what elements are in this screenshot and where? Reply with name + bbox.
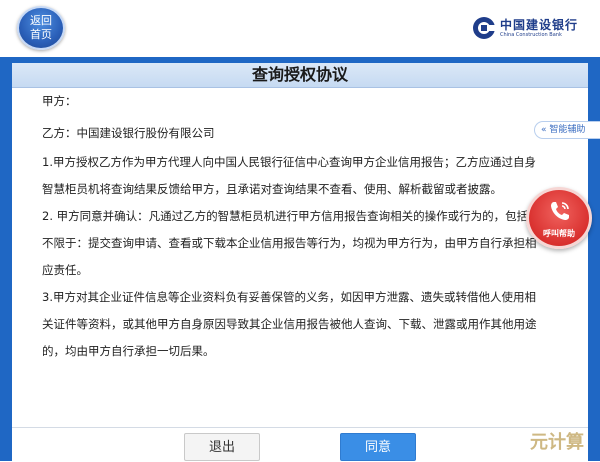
exit-button[interactable]: 退出	[184, 433, 260, 461]
ccb-logo-icon	[472, 16, 496, 40]
clause-3: 3.甲方对其企业证件信息等企业资料负有妥善保管的义务，如因甲方泄露、遗失或转借他…	[42, 284, 546, 365]
phone-icon	[547, 198, 573, 224]
watermark-text: 元计算	[530, 428, 584, 454]
call-help-label: 呼叫帮助	[529, 228, 589, 239]
frame-right	[588, 57, 600, 461]
page-title: 查询授权协议	[12, 63, 588, 87]
title-bar: 查询授权协议	[12, 63, 588, 88]
back-home-button[interactable]: 返回 首页	[17, 6, 65, 50]
back-label-line1: 返回	[30, 14, 52, 28]
bank-logo: 中国建设银行 China Construction Bank	[472, 14, 592, 44]
party-b: 乙方：中国建设银行股份有限公司	[42, 125, 215, 141]
clause-2: 2. 甲方同意并确认：凡通过乙方的智慧柜员机进行甲方信用报告查询相关的操作或行为…	[42, 203, 546, 284]
header: 返回 首页 中国建设银行 China Construction Bank	[0, 0, 600, 57]
frame-left	[0, 57, 12, 461]
call-help-button[interactable]: 呼叫帮助	[526, 187, 592, 249]
party-a: 甲方：	[42, 93, 77, 109]
agree-button[interactable]: 同意	[340, 433, 416, 461]
bank-name-en: China Construction Bank	[500, 32, 562, 38]
bank-name-cn: 中国建设银行	[500, 16, 578, 33]
smart-assist-tab[interactable]: « 智能辅助	[534, 121, 600, 139]
clause-1: 1.甲方授权乙方作为甲方代理人向中国人民银行征信中心查询甲方企业信用报告；乙方应…	[42, 149, 546, 203]
footer-divider	[12, 427, 588, 428]
back-label-line2: 首页	[30, 28, 52, 42]
